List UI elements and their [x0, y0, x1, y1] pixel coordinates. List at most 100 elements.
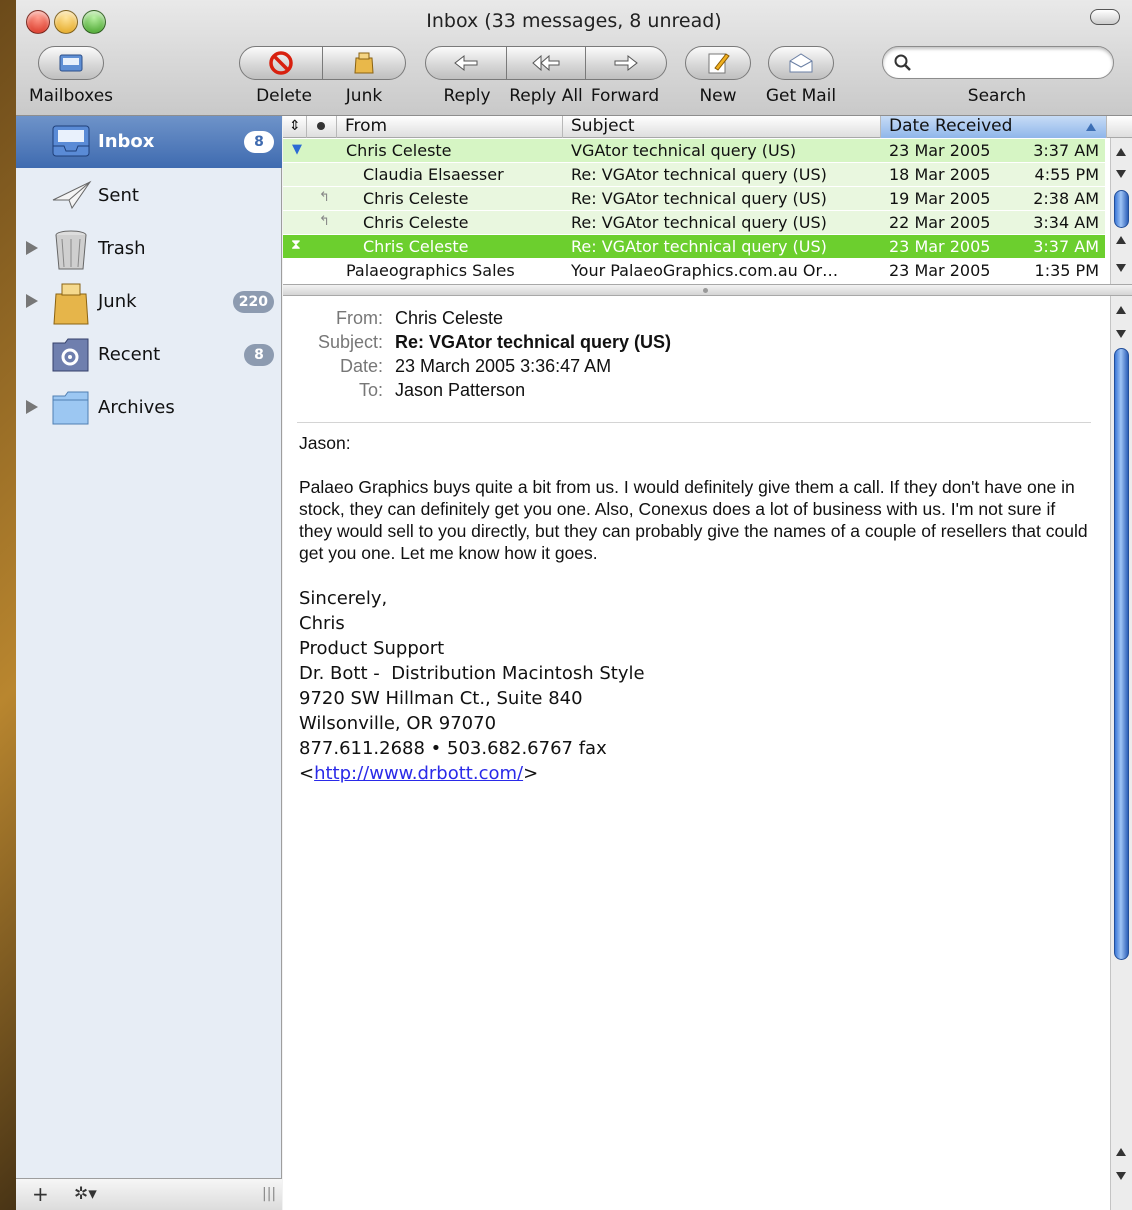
sig-company: Dr. Bott - Distribution Macintosh Style: [299, 663, 645, 684]
row-time: 4:55 PM: [1034, 165, 1099, 184]
thread-column-header[interactable]: ⇕: [283, 116, 307, 138]
row-time: 3:37 AM: [1033, 237, 1099, 256]
row-subject: Your PalaeoGraphics.com.au Or…: [571, 261, 839, 280]
message-greeting: Jason:: [299, 433, 351, 453]
row-date: 23 Mar 2005: [889, 237, 991, 256]
thread-sort-icon: ⇕: [289, 118, 301, 134]
scroll-up-arrow-icon[interactable]: [1116, 1148, 1126, 1156]
folder-icon: [52, 391, 89, 425]
forward-button[interactable]: [585, 46, 667, 80]
scroll-down-arrow-icon[interactable]: [1116, 264, 1126, 272]
table-row[interactable]: ↰ Chris Celeste Re: VGAtor technical que…: [283, 211, 1105, 234]
sidebar-item-archives[interactable]: Archives: [16, 382, 282, 434]
mailbox-sidebar: Inbox 8 Sent Trash Junk 220 Recent 8 Arc…: [16, 116, 282, 1210]
scroll-up-arrow-icon[interactable]: [1116, 306, 1126, 314]
message-list-header: ⇕ From Subject Date Received: [283, 116, 1132, 138]
paper-plane-icon: [52, 180, 92, 210]
row-subject: Re: VGAtor technical query (US): [571, 213, 827, 232]
forward-label: Forward: [590, 86, 660, 106]
sidebar-item-label: Archives: [98, 397, 175, 418]
scroll-up-arrow-icon[interactable]: [1116, 148, 1126, 156]
table-row-selected[interactable]: ⧗ Chris Celeste Re: VGAtor technical que…: [283, 235, 1105, 258]
search-input[interactable]: [882, 46, 1114, 79]
row-date: 19 Mar 2005: [889, 189, 991, 208]
sig-link-line: <http://www.drbott.com/>: [299, 761, 1091, 786]
row-from: Chris Celeste: [363, 237, 469, 256]
row-subject: Re: VGAtor technical query (US): [571, 237, 827, 256]
table-row[interactable]: ↰ Chris Celeste Re: VGAtor technical que…: [283, 187, 1105, 210]
message-list: ⇕ From Subject Date Received ▼ Chris Cel…: [283, 116, 1132, 284]
table-row[interactable]: ▼ Chris Celeste VGAtor technical query (…: [283, 139, 1105, 162]
delete-button[interactable]: [239, 46, 323, 80]
from-column-header[interactable]: From: [337, 116, 563, 138]
row-subject: VGAtor technical query (US): [571, 141, 797, 160]
reply-label: Reply: [443, 86, 491, 106]
signature: Sincerely, Chris Product Support Dr. Bot…: [299, 586, 1091, 786]
status-column-header[interactable]: [307, 116, 337, 138]
get-mail-button[interactable]: [768, 46, 834, 80]
table-row[interactable]: Claudia Elsaesser Re: VGAtor technical q…: [283, 163, 1105, 186]
to-header-value[interactable]: Jason Patterson: [395, 380, 525, 401]
scroll-up-arrow-icon[interactable]: [1116, 236, 1126, 244]
reply-arrow-icon: [454, 54, 478, 72]
scroll-thumb[interactable]: [1114, 190, 1129, 228]
date-column-header[interactable]: Date Received: [881, 116, 1107, 138]
sidebar-item-junk[interactable]: Junk 220: [16, 276, 282, 328]
sig-address1: 9720 SW Hillman Ct., Suite 840: [299, 688, 583, 709]
message-viewer: From: Chris Celeste Subject: Re: VGAtor …: [283, 296, 1132, 1210]
row-from: Claudia Elsaesser: [363, 165, 504, 184]
message-scrollbar[interactable]: [1110, 296, 1132, 1210]
mailboxes-button[interactable]: [38, 46, 104, 80]
reply-all-button[interactable]: [506, 46, 586, 80]
date-column-label: Date Received: [889, 116, 1013, 136]
junk-button[interactable]: [322, 46, 406, 80]
action-menu-button[interactable]: ✲▾: [74, 1184, 97, 1204]
subject-column-header[interactable]: Subject: [563, 116, 881, 138]
sidebar-resize-grip[interactable]: |||: [262, 1186, 276, 1202]
sidebar-item-trash[interactable]: Trash: [16, 223, 282, 275]
disclosure-triangle-icon[interactable]: [26, 400, 38, 414]
add-mailbox-button[interactable]: +: [32, 1182, 49, 1206]
scroll-down-arrow-icon[interactable]: [1116, 330, 1126, 338]
message-headers: From: Chris Celeste Subject: Re: VGAtor …: [283, 308, 1103, 404]
date-header-row: Date: 23 March 2005 3:36:47 AM: [283, 356, 1103, 380]
reply-button[interactable]: [425, 46, 507, 80]
from-column-label: From: [345, 116, 388, 136]
row-from: Chris Celeste: [363, 213, 469, 232]
message-paragraph: Palaeo Graphics buys quite a bit from us…: [299, 477, 1088, 563]
thread-end-icon: ⧗: [291, 237, 301, 253]
scroll-down-arrow-icon[interactable]: [1116, 170, 1126, 178]
sort-ascending-icon: [1086, 123, 1096, 131]
new-message-button[interactable]: [685, 46, 751, 80]
from-header-value[interactable]: Chris Celeste: [395, 308, 503, 329]
inbox-tray-icon: [52, 125, 90, 157]
sidebar-item-recent[interactable]: Recent 8: [16, 329, 282, 381]
pane-splitter[interactable]: [283, 284, 1132, 296]
row-from: Chris Celeste: [363, 189, 469, 208]
message-body: Jason: Palaeo Graphics buys quite a bit …: [299, 432, 1091, 786]
row-from: Chris Celeste: [346, 141, 452, 160]
row-date: 22 Mar 2005: [889, 213, 991, 232]
row-subject: Re: VGAtor technical query (US): [571, 165, 827, 184]
scroll-down-arrow-icon[interactable]: [1116, 1172, 1126, 1180]
toolbar-toggle-button[interactable]: [1090, 9, 1120, 25]
disclosure-triangle-icon[interactable]: [26, 241, 38, 255]
thread-disclosure-icon[interactable]: ▼: [292, 142, 302, 157]
scroll-thumb[interactable]: [1114, 348, 1129, 960]
row-date: 23 Mar 2005: [889, 141, 991, 160]
table-row[interactable]: Palaeographics Sales Your PalaeoGraphics…: [283, 259, 1105, 282]
link-open-bracket: <: [299, 763, 315, 784]
website-link[interactable]: http://www.drbott.com/: [314, 763, 523, 784]
sidebar-item-inbox[interactable]: Inbox 8: [16, 116, 282, 168]
envelope-icon: [789, 53, 813, 73]
message-list-scrollbar[interactable]: [1110, 138, 1132, 284]
sidebar-item-sent[interactable]: Sent: [16, 170, 282, 222]
row-time: 2:38 AM: [1033, 189, 1099, 208]
row-time: 3:34 AM: [1033, 213, 1099, 232]
row-date: 18 Mar 2005: [889, 165, 991, 184]
smart-folder-gear-icon: [52, 338, 89, 372]
forward-arrow-icon: [614, 54, 638, 72]
sidebar-bottom-bar: + ✲▾ |||: [16, 1178, 282, 1210]
no-entry-icon: [269, 51, 293, 75]
disclosure-triangle-icon[interactable]: [26, 294, 38, 308]
